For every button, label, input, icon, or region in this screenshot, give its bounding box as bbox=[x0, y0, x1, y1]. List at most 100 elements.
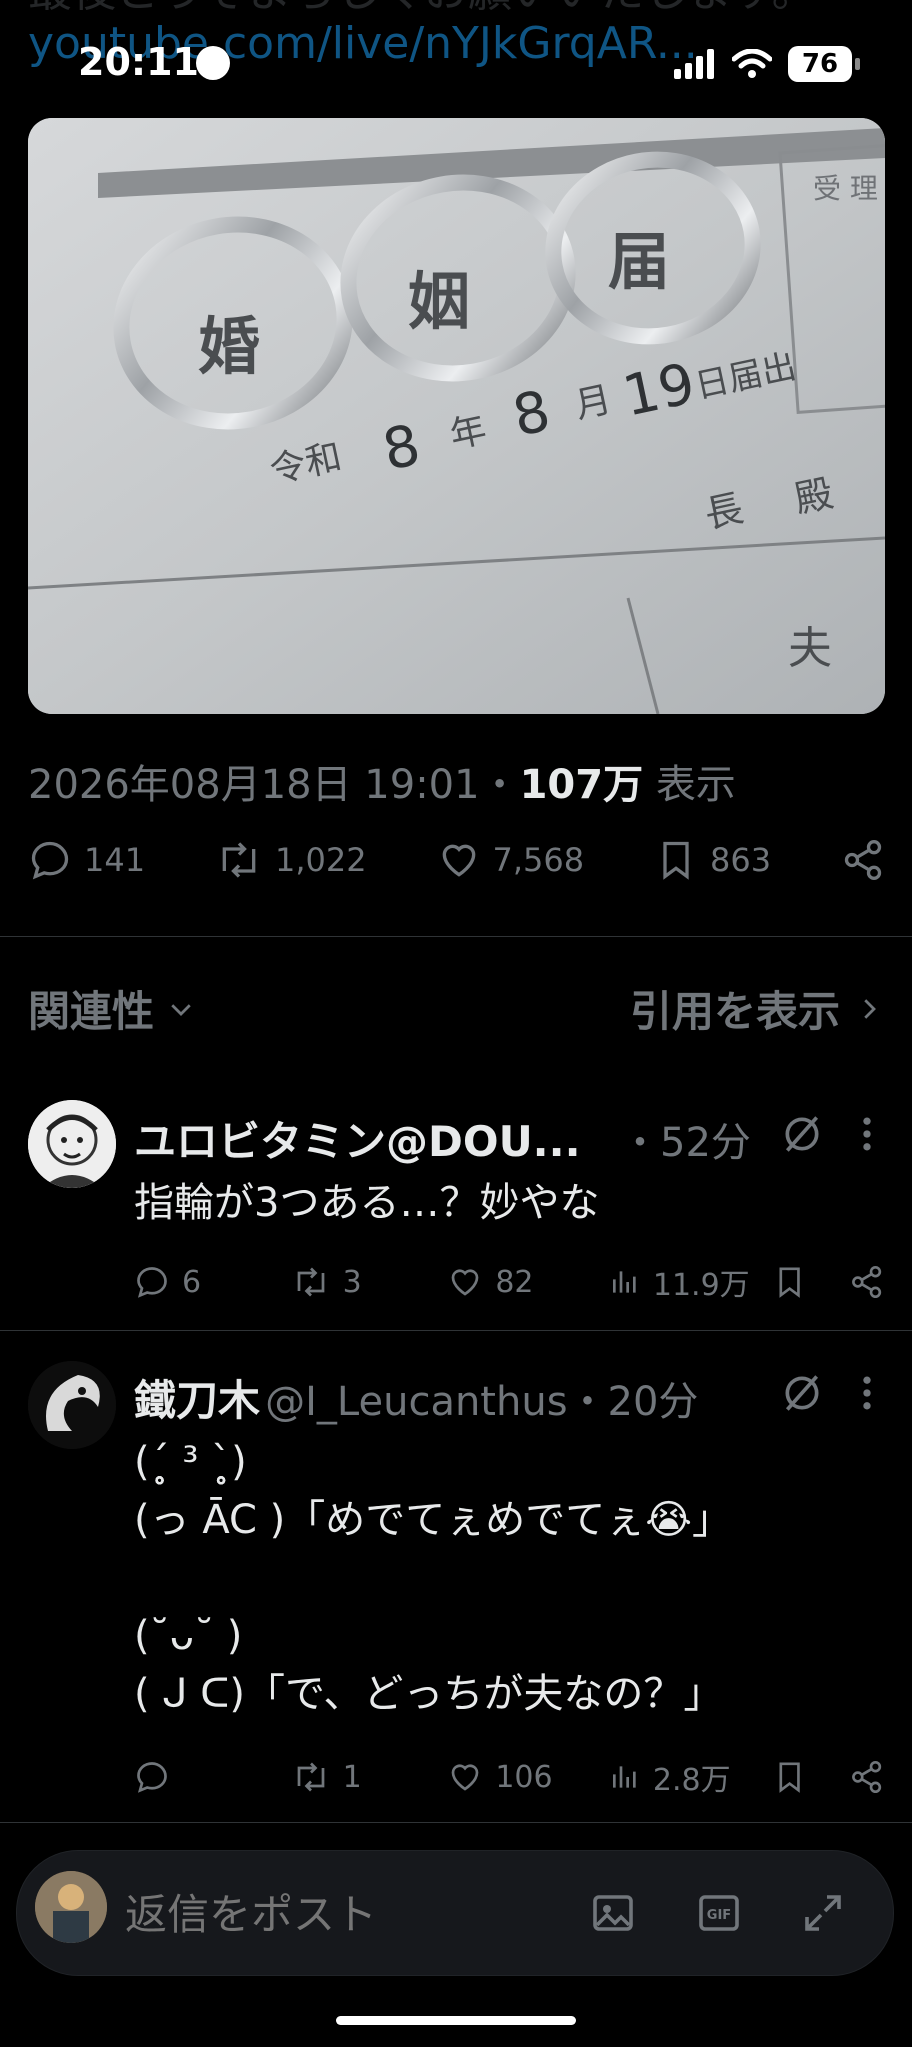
chevron-down-icon bbox=[171, 1003, 191, 1016]
my-avatar[interactable] bbox=[35, 1871, 107, 1943]
avatar[interactable] bbox=[28, 1361, 116, 1449]
divider bbox=[0, 1822, 912, 1823]
chevron-right-icon bbox=[864, 998, 876, 1019]
repost-count: 3 bbox=[342, 1264, 362, 1300]
more-icon[interactable] bbox=[852, 1371, 882, 1415]
reply-count: 6 bbox=[182, 1264, 202, 1300]
more-icon[interactable] bbox=[852, 1112, 882, 1156]
view-quotes-link[interactable]: 引用を表示 bbox=[630, 978, 884, 1039]
recording-indicator bbox=[196, 46, 230, 80]
repost-button[interactable]: 1,022 bbox=[215, 838, 367, 882]
bookmark-icon[interactable] bbox=[772, 1264, 807, 1300]
reply-actions: 1 106 2.8万 bbox=[134, 1755, 884, 1799]
battery-level: 76 bbox=[801, 49, 839, 79]
reply-author-row: 鐵刀木 @I_Leucanthus・20分 bbox=[134, 1367, 698, 1428]
reply-repost-button[interactable]: 1 bbox=[291, 1759, 448, 1795]
divider bbox=[0, 1330, 912, 1331]
bookmark-icon[interactable] bbox=[772, 1759, 807, 1795]
analytics-icon bbox=[612, 1271, 636, 1293]
reply-time: ・20分 bbox=[567, 1379, 699, 1425]
status-icons: 76 bbox=[674, 44, 860, 84]
bookmark-button[interactable]: 863 bbox=[654, 838, 771, 882]
view-count: 2.8万 bbox=[652, 1763, 731, 1798]
svg-text:GIF: GIF bbox=[707, 1908, 731, 1923]
reply-item[interactable]: 鐵刀木 @I_Leucanthus・20分 (ˊ̥̥̥̥̥ ³ ˋ̥̥̥̥̥) … bbox=[0, 1345, 912, 1825]
reply-input[interactable] bbox=[123, 1881, 567, 1947]
reply-item[interactable]: ユロビタミン@DOU... ・52分 指輪が3つある…？妙やな 6 3 82 1… bbox=[0, 1090, 912, 1330]
reply-count: 141 bbox=[84, 841, 146, 879]
expand-icon[interactable] bbox=[799, 1889, 847, 1937]
like-button[interactable]: 7,568 bbox=[437, 838, 585, 882]
home-indicator bbox=[336, 2016, 576, 2025]
previous-post-line: 最後どうぞよろしくお願いいたします。 bbox=[28, 0, 888, 18]
reply-repost-button[interactable]: 3 bbox=[291, 1264, 448, 1300]
comment-icon bbox=[137, 1762, 167, 1793]
like-count: 82 bbox=[495, 1264, 534, 1300]
reply-views[interactable]: 2.8万 bbox=[609, 1755, 766, 1799]
reply-actions: 6 3 82 11.9万 bbox=[134, 1260, 884, 1304]
signal-icon bbox=[674, 49, 714, 79]
reply-author-handle[interactable]: @I_Leucanthus bbox=[265, 1379, 567, 1425]
share-icon[interactable] bbox=[849, 1759, 884, 1795]
heart-icon bbox=[451, 1764, 479, 1791]
sort-dropdown[interactable]: 関連性 bbox=[28, 978, 196, 1039]
analytics-icon bbox=[612, 1766, 636, 1788]
bookmark-count: 863 bbox=[710, 841, 772, 879]
reply-author-name[interactable]: ユロビタミン@DOU... bbox=[134, 1108, 581, 1169]
gif-icon[interactable]: GIF bbox=[695, 1889, 743, 1937]
post-timestamp-views: 2026年08月18日 19:01・107万 表示 bbox=[28, 752, 736, 810]
heart-icon bbox=[442, 844, 475, 877]
heart-icon bbox=[451, 1269, 479, 1296]
rings-on-form-image: 受 理 婚 姻 届 令和 8 年 8 月 19 日届出 長 殿 夫 bbox=[28, 118, 885, 714]
reply-button[interactable]: 141 bbox=[28, 838, 145, 882]
reply-like-button[interactable]: 106 bbox=[447, 1759, 609, 1795]
repost-count: 1 bbox=[342, 1759, 362, 1795]
reply-author-name[interactable]: 鐵刀木 bbox=[134, 1376, 260, 1425]
post-action-bar: 141 1,022 7,568 863 bbox=[28, 838, 885, 882]
view-count: 11.9万 bbox=[652, 1268, 750, 1303]
views-label: 表示 bbox=[655, 762, 736, 808]
wifi-icon bbox=[732, 49, 772, 78]
repost-icon bbox=[297, 1762, 325, 1792]
comment-icon bbox=[31, 841, 69, 880]
like-count: 7,568 bbox=[492, 841, 585, 879]
form-title-char: 届 bbox=[608, 225, 670, 298]
reply-reply-button[interactable] bbox=[134, 1759, 291, 1795]
status-time: 20:11 bbox=[78, 40, 199, 84]
grok-icon[interactable] bbox=[780, 1112, 824, 1156]
form-otto: 夫 bbox=[788, 623, 832, 674]
form-title-char: 婚 bbox=[198, 310, 260, 383]
image-icon[interactable] bbox=[589, 1889, 637, 1937]
sort-label: 関連性 bbox=[28, 987, 155, 1036]
share-icon[interactable] bbox=[849, 1264, 884, 1300]
avatar[interactable] bbox=[28, 1100, 116, 1188]
bookmark-icon bbox=[663, 841, 689, 880]
views-count: 107万 bbox=[519, 762, 644, 808]
separator: ・ bbox=[479, 762, 520, 808]
avatar-image bbox=[28, 1100, 116, 1188]
avatar-image bbox=[35, 1871, 107, 1943]
reply-reply-button[interactable]: 6 bbox=[134, 1264, 291, 1300]
post-datetime: 2026年08月18日 19:01 bbox=[28, 762, 480, 808]
post-image[interactable]: 受 理 婚 姻 届 令和 8 年 8 月 19 日届出 長 殿 夫 bbox=[28, 118, 885, 714]
repost-icon bbox=[222, 842, 256, 878]
reply-views[interactable]: 11.9万 bbox=[609, 1260, 766, 1304]
repost-count: 1,022 bbox=[274, 841, 367, 879]
form-title-char: 姻 bbox=[408, 265, 470, 338]
reply-composer[interactable]: GIF bbox=[16, 1850, 894, 1976]
battery-icon: 76 bbox=[788, 46, 860, 82]
share-button[interactable] bbox=[841, 838, 885, 882]
quotes-label: 引用を表示 bbox=[629, 987, 840, 1036]
avatar-image bbox=[28, 1361, 116, 1449]
reply-like-button[interactable]: 82 bbox=[447, 1264, 609, 1300]
reply-text: (ˊ̥̥̥̥̥ ³ ˋ̥̥̥̥̥) (っ ĀC )「めでてぇめでてぇ😭」 (˘ᴗ… bbox=[134, 1439, 732, 1717]
stamp-text: 受 理 bbox=[813, 172, 878, 205]
reply-text: 指輪が3つある…？妙やな bbox=[134, 1180, 600, 1226]
share-icon bbox=[844, 840, 882, 880]
divider bbox=[0, 936, 912, 937]
grok-icon[interactable] bbox=[780, 1371, 824, 1415]
repost-icon bbox=[297, 1267, 325, 1297]
comment-icon bbox=[137, 1267, 167, 1298]
reply-time: ・52分 bbox=[620, 1120, 751, 1166]
like-count: 106 bbox=[495, 1759, 553, 1795]
